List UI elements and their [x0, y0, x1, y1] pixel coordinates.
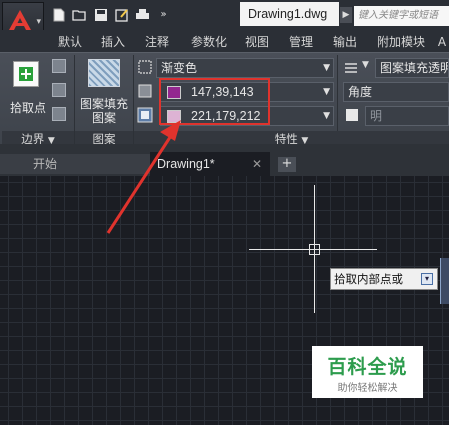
tab-parametric[interactable]: 参数化 — [188, 33, 230, 51]
quick-access-toolbar: » — [50, 6, 172, 23]
pick-points-label: 拾取点 — [9, 101, 46, 115]
hatch-pattern-label: 图案填充 图案 — [78, 97, 130, 125]
color2-icon — [137, 107, 153, 123]
search-input[interactable]: 键入关键字或短语 — [354, 6, 449, 26]
chevron-down-icon: ▾ — [36, 17, 41, 27]
tooltip-text: 拾取内部点或 — [334, 272, 403, 286]
close-icon[interactable]: ✕ — [252, 152, 262, 176]
hatch-pattern-label-line2: 图案 — [91, 111, 116, 125]
highlight-box-annotation — [159, 78, 270, 125]
hatch-pattern-label-line1: 图案填充 — [79, 97, 128, 111]
title-bar: ▾ » Drawing1.dwg ▶ 键入关键字或短语 — [0, 0, 449, 48]
tab-insert[interactable]: 插入 — [98, 33, 128, 51]
angle-label: 角度 — [348, 85, 373, 99]
tab-output[interactable]: 输出 — [330, 33, 360, 51]
shade-checkbox[interactable] — [346, 109, 358, 121]
ribbon-tab-bar: 默认 插入 注释 参数化 视图 管理 输出 附加模块 A — [0, 30, 449, 52]
save-icon[interactable] — [92, 6, 109, 23]
chevron-down-icon[interactable]: ▼ — [362, 60, 369, 70]
angle-field[interactable]: 角度 — [343, 82, 449, 102]
watermark-title: 百科全说 — [327, 356, 408, 378]
chevron-down-icon: ▼ — [323, 111, 330, 121]
recreate-boundary-icon[interactable] — [52, 107, 66, 121]
chevron-down-icon: ▼ — [323, 87, 330, 97]
hatch-transparency-field[interactable]: 图案填充透明 — [375, 58, 449, 78]
tab-manage[interactable]: 管理 — [286, 33, 316, 51]
select-objects-icon[interactable] — [52, 59, 66, 73]
hatch-pattern-icon — [88, 59, 120, 87]
pick-points-icon — [13, 61, 39, 87]
open-folder-icon[interactable] — [71, 6, 88, 23]
tab-addins[interactable]: 附加模块 — [374, 33, 428, 51]
tooltip-options-icon[interactable]: ▾ — [421, 273, 433, 285]
hatch-pattern-button[interactable]: 图案填充 图案 — [78, 59, 130, 125]
document-title: Drawing1.dwg — [240, 2, 339, 26]
shade-label: 明 — [370, 109, 383, 123]
document-tab-bar: 开始 Drawing1* ✕ + — [0, 144, 449, 176]
more-tools-icon[interactable]: » — [155, 6, 172, 23]
tab-start-label: 开始 — [33, 157, 58, 171]
hatch-type-dropdown[interactable]: 渐变色 ▼ — [156, 58, 334, 78]
tab-view[interactable]: 视图 — [242, 33, 272, 51]
color1-icon — [138, 84, 152, 98]
side-panel-edge[interactable] — [440, 258, 449, 304]
watermark-logo: 百科全说 助你轻松解决 — [312, 346, 423, 398]
hatch-type-icon — [138, 60, 152, 74]
tab-default[interactable]: 默认 — [56, 33, 84, 51]
crosshair-pickbox — [309, 244, 320, 255]
chevron-down-icon: ▼ — [323, 63, 330, 73]
transparency-label: 图案填充透明 — [380, 61, 449, 75]
transparency-icon — [345, 63, 357, 73]
pick-points-button[interactable]: 拾取点 — [6, 59, 48, 121]
remove-boundary-icon[interactable] — [52, 83, 66, 97]
new-tab-button[interactable]: + — [278, 157, 296, 172]
tab-annotate[interactable]: 注释 — [142, 33, 172, 51]
new-file-icon[interactable] — [50, 6, 67, 23]
shade-tint-field[interactable]: 明 — [365, 106, 449, 126]
autocad-logo-icon — [9, 10, 31, 30]
print-icon[interactable] — [134, 6, 151, 23]
save-as-icon[interactable] — [113, 6, 130, 23]
pick-internal-point-tooltip: 拾取内部点或 ▾ — [330, 268, 438, 290]
boundary-small-tools — [52, 59, 70, 131]
tab-drawing1-label: Drawing1* — [157, 157, 215, 171]
chevron-right-icon[interactable]: ▶ — [340, 7, 352, 23]
hatch-type-value: 渐变色 — [161, 61, 198, 75]
tab-more[interactable]: A — [436, 33, 448, 51]
tab-drawing1[interactable]: Drawing1* ✕ — [150, 152, 270, 176]
watermark-subtitle: 助你轻松解决 — [337, 383, 398, 394]
tab-start[interactable]: 开始 — [0, 154, 150, 174]
